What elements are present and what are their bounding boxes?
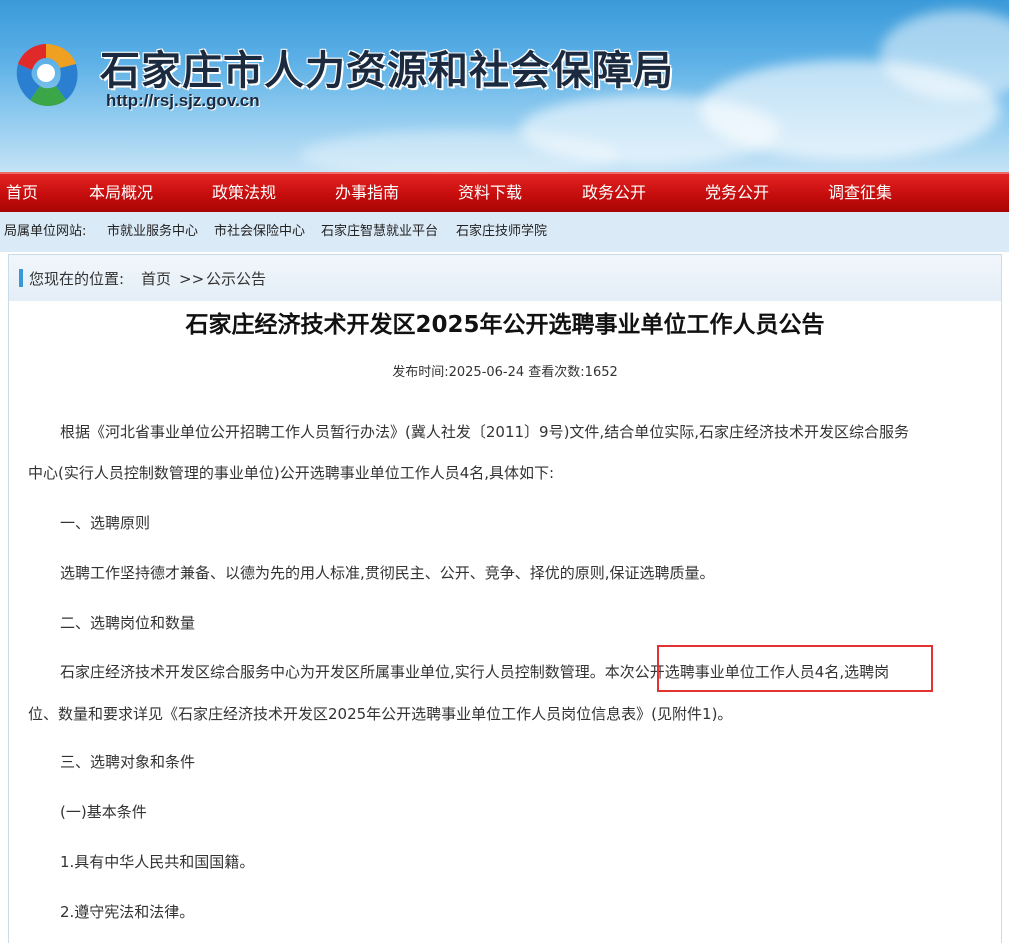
nav-item-policy[interactable]: 政策法规 (212, 174, 276, 212)
article-meta: 发布时间:2025-06-24 查看次数:1652 (392, 365, 618, 380)
site-banner: 石家庄市人力资源和社会保障局 http://rsj.sjz.gov.cn (0, 0, 1009, 172)
article-title: 石家庄经济技术开发区2025年公开选聘事业单位工作人员公告 (185, 312, 825, 338)
breadcrumb-accent (19, 269, 23, 287)
nav-item-guide[interactable]: 办事指南 (335, 174, 399, 212)
highlight-box (657, 645, 933, 692)
link-social-insurance[interactable]: 市社会保险中心 (214, 212, 305, 252)
section-text: 选聘工作坚持德才兼备、以德为先的用人标准,贯彻民主、公开、竞争、择优的原则,保证… (60, 564, 715, 582)
breadcrumb-separator: >> (179, 270, 205, 288)
section-text: 位、数量和要求详见《石家庄经济技术开发区2025年公开选聘事业单位工作人员岗位信… (28, 705, 733, 723)
affiliated-sites-bar: 局属单位网站: 市就业服务中心 市社会保险中心 石家庄智慧就业平台 石家庄技师学… (0, 212, 1009, 252)
breadcrumb-current[interactable]: 公示公告 (206, 255, 266, 301)
breadcrumb: 您现在的位置: 首页 >> 公示公告 (9, 255, 1001, 301)
cloud-decoration (300, 130, 620, 172)
site-url[interactable]: http://rsj.sjz.gov.cn (106, 91, 260, 111)
nav-item-gov-affairs[interactable]: 政务公开 (582, 174, 646, 212)
nav-item-home[interactable]: 首页 (6, 174, 38, 212)
link-employment-center[interactable]: 市就业服务中心 (107, 212, 198, 252)
subsection-heading: (一)基本条件 (60, 803, 147, 821)
logo-icon[interactable] (10, 38, 82, 110)
section-heading: 三、选聘对象和条件 (60, 753, 196, 771)
link-technician-college[interactable]: 石家庄技师学院 (456, 212, 547, 252)
list-item: 1.具有中华人民共和国国籍。 (60, 853, 255, 871)
nav-item-survey[interactable]: 调查征集 (828, 174, 892, 212)
content-panel: 您现在的位置: 首页 >> 公示公告 石家庄经济技术开发区2025年公开选聘事业… (8, 254, 1002, 943)
section-heading: 一、选聘原则 (60, 514, 151, 532)
breadcrumb-prefix: 您现在的位置: (29, 270, 125, 288)
list-item: 2.遵守宪法和法律。 (60, 903, 195, 921)
breadcrumb-home[interactable]: 首页 (141, 255, 171, 301)
nav-item-overview[interactable]: 本局概况 (89, 174, 153, 212)
intro-line-1: 根据《河北省事业单位公开招聘工作人员暂行办法》(冀人社发〔2011〕9号)文件,… (60, 423, 909, 441)
main-nav: 首页 本局概况 政策法规 办事指南 资料下载 政务公开 党务公开 调查征集 (0, 172, 1009, 212)
nav-item-downloads[interactable]: 资料下载 (458, 174, 522, 212)
link-smart-employment[interactable]: 石家庄智慧就业平台 (321, 212, 438, 252)
nav-item-party[interactable]: 党务公开 (705, 174, 769, 212)
intro-line-2: 中心(实行人员控制数管理的事业单位)公开选聘事业单位工作人员4名,具体如下: (28, 464, 555, 482)
site-title: 石家庄市人力资源和社会保障局 (100, 47, 674, 94)
affiliated-sites-label: 局属单位网站: (4, 224, 87, 239)
section-heading: 二、选聘岗位和数量 (60, 614, 196, 632)
